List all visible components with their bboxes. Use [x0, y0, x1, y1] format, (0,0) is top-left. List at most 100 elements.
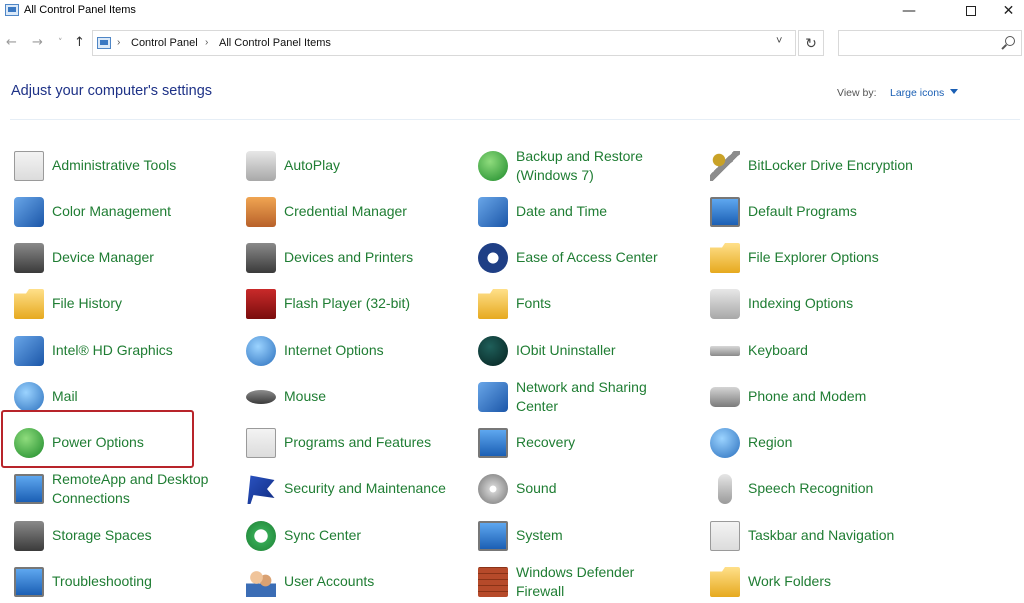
item-date-and-time[interactable]: Date and Time — [476, 190, 704, 234]
item-programs-and-features[interactable]: Programs and Features — [244, 421, 472, 465]
region-icon — [710, 428, 740, 458]
item-color-management[interactable]: Color Management — [12, 190, 240, 234]
address-bar[interactable]: › Control Panel › All Control Panel Item… — [92, 30, 796, 56]
item-bitlocker-drive-encryption[interactable]: BitLocker Drive Encryption — [708, 144, 936, 188]
taskbar-navigation-icon — [710, 521, 740, 551]
item-devices-and-printers[interactable]: Devices and Printers — [244, 236, 472, 280]
breadcrumb-separator[interactable]: › — [117, 37, 120, 48]
header-divider — [10, 119, 1020, 120]
internet-options-icon — [246, 336, 276, 366]
item-autoplay[interactable]: AutoPlay — [244, 144, 472, 188]
chevron-down-icon[interactable] — [950, 89, 958, 94]
item-label: BitLocker Drive Encryption — [748, 157, 913, 174]
item-label: Region — [748, 434, 793, 451]
item-keyboard[interactable]: Keyboard — [708, 329, 936, 373]
item-label: Sync Center — [284, 527, 362, 544]
item-sync-center[interactable]: Sync Center — [244, 514, 472, 558]
item-label: Color Management — [52, 203, 172, 220]
item-label: Default Programs — [748, 203, 857, 220]
item-sound[interactable]: Sound — [476, 467, 704, 511]
item-speech-recognition[interactable]: Speech Recognition — [708, 467, 936, 511]
search-icon — [1005, 36, 1015, 46]
item-iobit-uninstaller[interactable]: IObit Uninstaller — [476, 329, 704, 373]
item-phone-and-modem[interactable]: Phone and Modem — [708, 375, 936, 419]
forward-button[interactable]: → — [32, 35, 43, 50]
view-by-dropdown[interactable]: Large icons — [890, 87, 944, 99]
item-label: File History — [52, 295, 123, 312]
page-title: Adjust your computer's settings — [11, 83, 213, 99]
file-history-icon — [14, 289, 44, 319]
programs-features-icon — [246, 428, 276, 458]
item-credential-manager[interactable]: Credential Manager — [244, 190, 472, 234]
item-label: Programs and Features — [284, 434, 432, 451]
item-mouse[interactable]: Mouse — [244, 375, 472, 419]
item-label: Storage Spaces — [52, 527, 152, 544]
item-storage-spaces[interactable]: Storage Spaces — [12, 514, 240, 558]
item-label: Sound — [516, 480, 557, 497]
item-fonts[interactable]: Fonts — [476, 282, 704, 326]
remoteapp-icon — [14, 474, 44, 504]
recovery-icon — [478, 428, 508, 458]
item-recovery[interactable]: Recovery — [476, 421, 704, 465]
item-backup-and-restore-windows-7[interactable]: Backup and Restore (Windows 7) — [476, 144, 704, 188]
item-user-accounts[interactable]: User Accounts — [244, 560, 472, 603]
item-region[interactable]: Region — [708, 421, 936, 465]
item-label: User Accounts — [284, 573, 375, 590]
item-taskbar-and-navigation[interactable]: Taskbar and Navigation — [708, 514, 936, 558]
speech-recognition-icon — [718, 474, 732, 504]
item-intel-hd-graphics[interactable]: Intel® HD Graphics — [12, 329, 240, 373]
up-button[interactable]: ↑ — [74, 35, 85, 50]
item-label: Administrative Tools — [52, 157, 177, 174]
item-file-history[interactable]: File History — [12, 282, 240, 326]
system-icon — [478, 521, 508, 551]
address-dropdown-button[interactable]: ˅ — [776, 35, 782, 47]
item-default-programs[interactable]: Default Programs — [708, 190, 936, 234]
troubleshooting-icon — [14, 567, 44, 597]
item-label: Phone and Modem — [748, 388, 867, 405]
item-administrative-tools[interactable]: Administrative Tools — [12, 144, 240, 188]
item-troubleshooting[interactable]: Troubleshooting — [12, 560, 240, 603]
back-button[interactable]: ← — [6, 35, 17, 50]
navigation-bar: ← → ˅ ↑ › Control Panel › All Control Pa… — [0, 27, 1024, 59]
intel-graphics-icon — [14, 336, 44, 366]
devices-printers-icon — [246, 243, 276, 273]
item-device-manager[interactable]: Device Manager — [12, 236, 240, 280]
item-file-explorer-options[interactable]: File Explorer Options — [708, 236, 936, 280]
item-label: Mouse — [284, 388, 327, 405]
search-input[interactable] — [838, 30, 1022, 56]
recent-locations-button[interactable]: ˅ — [58, 38, 63, 48]
item-work-folders[interactable]: Work Folders — [708, 560, 936, 603]
breadcrumb-control-panel[interactable]: Control Panel — [131, 37, 198, 49]
minimize-button[interactable]: — — [886, 0, 932, 22]
phone-modem-icon — [710, 387, 740, 407]
autoplay-icon — [246, 151, 276, 181]
item-internet-options[interactable]: Internet Options — [244, 329, 472, 373]
item-network-and-sharing-center[interactable]: Network and Sharing Center — [476, 375, 704, 419]
item-windows-defender-firewall[interactable]: Windows Defender Firewall — [476, 560, 704, 603]
breadcrumb-all-items[interactable]: All Control Panel Items — [219, 37, 331, 49]
item-label: Flash Player (32-bit) — [284, 295, 411, 312]
item-label: Windows Defender Firewall — [516, 563, 635, 600]
item-security-and-maintenance[interactable]: Security and Maintenance — [244, 467, 472, 511]
item-flash-player-32-bit[interactable]: Flash Player (32-bit) — [244, 282, 472, 326]
item-indexing-options[interactable]: Indexing Options — [708, 282, 936, 326]
item-remoteapp-and-desktop-connections[interactable]: RemoteApp and Desktop Connections — [12, 467, 240, 511]
work-folders-icon — [710, 567, 740, 597]
mouse-icon — [246, 390, 276, 404]
item-label: File Explorer Options — [748, 249, 879, 266]
item-label: Recovery — [516, 434, 576, 451]
refresh-button[interactable]: ↻ — [798, 30, 824, 56]
item-label: Date and Time — [516, 203, 608, 220]
item-label: Network and Sharing Center — [516, 378, 647, 415]
item-label: RemoteApp and Desktop Connections — [52, 470, 209, 507]
item-label: Taskbar and Navigation — [748, 527, 895, 544]
iobit-uninstaller-icon — [478, 336, 508, 366]
breadcrumb-separator[interactable]: › — [205, 37, 208, 48]
item-system[interactable]: System — [476, 514, 704, 558]
file-explorer-options-icon — [710, 243, 740, 273]
item-label: Mail — [52, 388, 78, 405]
maximize-button[interactable] — [948, 0, 994, 22]
item-label: Devices and Printers — [284, 249, 414, 266]
item-ease-of-access-center[interactable]: Ease of Access Center — [476, 236, 704, 280]
close-button[interactable]: ✕ — [993, 0, 1024, 22]
